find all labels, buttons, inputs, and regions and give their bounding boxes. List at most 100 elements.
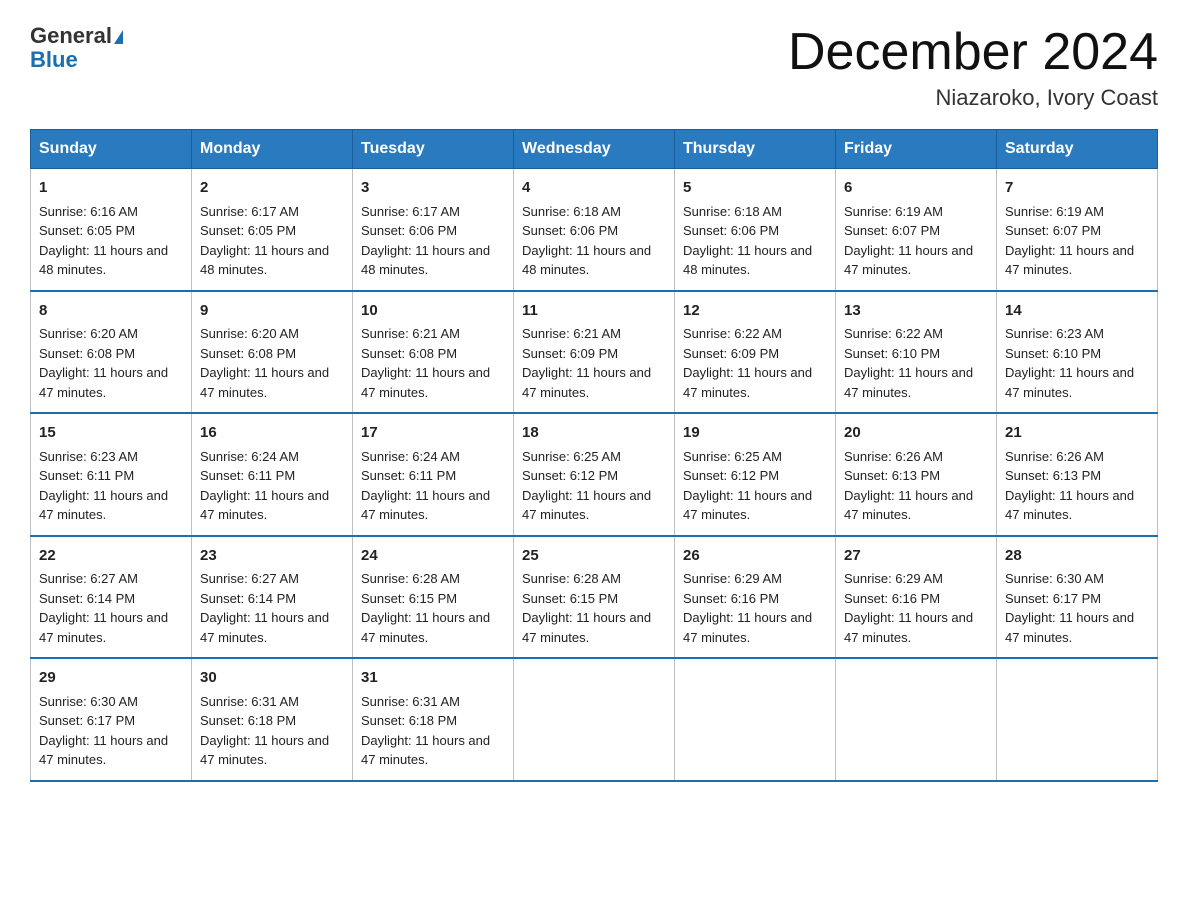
table-row: 17Sunrise: 6:24 AMSunset: 6:11 PMDayligh… [353,413,514,536]
day-number: 20 [844,422,988,445]
day-info: Sunrise: 6:24 AMSunset: 6:11 PMDaylight:… [200,447,344,525]
day-number: 19 [683,422,827,445]
sunrise-label: Sunrise: 6:21 AM [361,326,460,341]
table-row: 11Sunrise: 6:21 AMSunset: 6:09 PMDayligh… [514,291,675,414]
sunset-label: Sunset: 6:13 PM [844,468,940,483]
day-number: 6 [844,177,988,200]
sunset-label: Sunset: 6:17 PM [1005,591,1101,606]
sunset-label: Sunset: 6:10 PM [1005,346,1101,361]
month-title: December 2024 [788,24,1158,81]
day-number: 9 [200,300,344,323]
day-info: Sunrise: 6:21 AM Sunset: 6:08 PM Daylight:… [361,324,505,402]
day-number: 8 [39,300,183,323]
table-row: 15Sunrise: 6:23 AMSunset: 6:11 PMDayligh… [31,413,192,536]
col-friday: Friday [836,130,997,169]
day-info: Sunrise: 6:23 AMSunset: 6:11 PMDaylight:… [39,447,183,525]
day-info: Sunrise: 6:23 AMSunset: 6:10 PMDaylight:… [1005,324,1149,402]
sunset-label: Sunset: 6:06 PM [683,223,779,238]
day-number: 4 [522,177,666,200]
sunrise-label: Sunrise: 6:20 AM [39,326,138,341]
daylight-label: Daylight: 11 hours and 47 minutes. [522,610,651,645]
col-thursday: Thursday [675,130,836,169]
sunset-label: Sunset: 6:11 PM [200,468,295,483]
page-header: General Blue December 2024 Niazaroko, Iv… [30,24,1158,111]
table-row [997,658,1158,781]
table-row: 27Sunrise: 6:29 AMSunset: 6:16 PMDayligh… [836,536,997,659]
calendar-table: Sunday Monday Tuesday Wednesday Thursday… [30,129,1158,782]
day-info: Sunrise: 6:28 AMSunset: 6:15 PMDaylight:… [361,569,505,647]
table-row: 26Sunrise: 6:29 AMSunset: 6:16 PMDayligh… [675,536,836,659]
location: Niazaroko, Ivory Coast [788,85,1158,111]
daylight-label: Daylight: 11 hours and 47 minutes. [39,365,168,400]
day-number: 23 [200,545,344,568]
day-number: 5 [683,177,827,200]
table-row: 19Sunrise: 6:25 AMSunset: 6:12 PMDayligh… [675,413,836,536]
sunrise-label: Sunrise: 6:21 AM [522,326,621,341]
day-info: Sunrise: 6:25 AMSunset: 6:12 PMDaylight:… [522,447,666,525]
day-number: 30 [200,667,344,690]
day-info: Sunrise: 6:26 AMSunset: 6:13 PMDaylight:… [1005,447,1149,525]
daylight-label: Daylight: 11 hours and 48 minutes. [522,243,651,278]
daylight-label: Daylight: 11 hours and 48 minutes. [39,243,168,278]
daylight-label: Daylight: 11 hours and 47 minutes. [39,488,168,523]
daylight-label: Daylight: 11 hours and 47 minutes. [522,488,651,523]
sunset-label: Sunset: 6:08 PM [200,346,296,361]
day-number: 2 [200,177,344,200]
sunrise-label: Sunrise: 6:17 AM [361,204,460,219]
day-info: Sunrise: 6:22 AMSunset: 6:09 PMDaylight:… [683,324,827,402]
col-tuesday: Tuesday [353,130,514,169]
table-row: 9Sunrise: 6:20 AMSunset: 6:08 PMDaylight… [192,291,353,414]
sunset-label: Sunset: 6:09 PM [683,346,779,361]
day-number: 15 [39,422,183,445]
sunset-label: Sunset: 6:10 PM [844,346,940,361]
table-row: 22Sunrise: 6:27 AMSunset: 6:14 PMDayligh… [31,536,192,659]
sunset-label: Sunset: 6:16 PM [844,591,940,606]
day-number: 17 [361,422,505,445]
table-row: 31Sunrise: 6:31 AMSunset: 6:18 PMDayligh… [353,658,514,781]
sunset-label: Sunset: 6:07 PM [844,223,940,238]
day-info: Sunrise: 6:19 AMSunset: 6:07 PMDaylight:… [1005,202,1149,280]
day-info: Sunrise: 6:22 AMSunset: 6:10 PMDaylight:… [844,324,988,402]
sunset-label: Sunset: 6:08 PM [361,346,457,361]
table-row: 16Sunrise: 6:24 AMSunset: 6:11 PMDayligh… [192,413,353,536]
logo-text: General [30,24,123,48]
table-row: 18Sunrise: 6:25 AMSunset: 6:12 PMDayligh… [514,413,675,536]
table-row: 1Sunrise: 6:16 AMSunset: 6:05 PMDaylight… [31,169,192,291]
table-row: 30Sunrise: 6:31 AMSunset: 6:18 PMDayligh… [192,658,353,781]
table-row: 6Sunrise: 6:19 AMSunset: 6:07 PMDaylight… [836,169,997,291]
day-number: 10 [361,300,505,323]
sunset-label: Sunset: 6:15 PM [522,591,618,606]
day-number: 29 [39,667,183,690]
sunrise-label: Sunrise: 6:28 AM [522,571,621,586]
sunset-label: Sunset: 6:11 PM [39,468,134,483]
col-sunday: Sunday [31,130,192,169]
table-row: 4Sunrise: 6:18 AMSunset: 6:06 PMDaylight… [514,169,675,291]
daylight-label: Daylight: 11 hours and 47 minutes. [200,610,329,645]
sunset-label: Sunset: 6:18 PM [361,713,457,728]
sunrise-label: Sunrise: 6:18 AM [522,204,621,219]
sunrise-label: Sunrise: 6:29 AM [683,571,782,586]
day-info: Sunrise: 6:25 AMSunset: 6:12 PMDaylight:… [683,447,827,525]
daylight-label: Daylight: 11 hours and 47 minutes. [1005,243,1134,278]
table-row: 7Sunrise: 6:19 AMSunset: 6:07 PMDaylight… [997,169,1158,291]
day-number: 11 [522,300,666,323]
sunrise-label: Sunrise: 6:20 AM [200,326,299,341]
day-number: 28 [1005,545,1149,568]
daylight-label: Daylight: 11 hours and 47 minutes. [683,610,812,645]
day-number: 24 [361,545,505,568]
sunrise-label: Sunrise: 6:24 AM [200,449,299,464]
sunset-label: Sunset: 6:12 PM [683,468,779,483]
day-info: Sunrise: 6:17 AMSunset: 6:05 PMDaylight:… [200,202,344,280]
day-info: Sunrise: 6:27 AMSunset: 6:14 PMDaylight:… [39,569,183,647]
col-monday: Monday [192,130,353,169]
sunrise-label: Sunrise: 6:18 AM [683,204,782,219]
daylight-label: Daylight: 11 hours and 47 minutes. [39,610,168,645]
sunrise-label: Sunrise: 6:24 AM [361,449,460,464]
daylight-label: Daylight: 11 hours and 47 minutes. [361,733,490,768]
day-number: 3 [361,177,505,200]
sunset-label: Sunset: 6:05 PM [200,223,296,238]
daylight-label: Daylight: 11 hours and 47 minutes. [683,365,812,400]
daylight-label: Daylight: 11 hours and 47 minutes. [361,365,490,400]
day-info: Sunrise: 6:30 AMSunset: 6:17 PMDaylight:… [1005,569,1149,647]
daylight-label: Daylight: 11 hours and 47 minutes. [1005,488,1134,523]
